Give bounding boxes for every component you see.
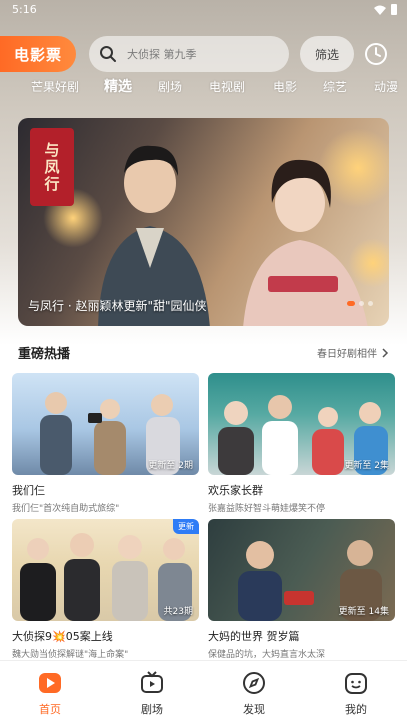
show-card[interactable]: 更新至 2期 我们仨 我们仨"首次纯自助式旅综" [12, 373, 199, 514]
banner-caption: 与凤行 · 赵丽颖林更新"甜"园仙侠 [28, 299, 207, 313]
battery-icon [391, 4, 397, 15]
carousel-dot [347, 301, 355, 306]
update-badge: 更新 [173, 519, 199, 534]
top-header: 电影票 筛选 [0, 36, 407, 72]
drama-logo: 与凤行 [30, 128, 74, 206]
wifi-icon [374, 5, 386, 15]
tab-label: 剧场 [141, 703, 163, 716]
tab-label: 首页 [39, 703, 61, 716]
carousel-dot [368, 301, 373, 306]
nav-tab-variety[interactable]: 综艺 [323, 78, 347, 95]
tv-icon [141, 671, 163, 693]
show-card[interactable]: 更新至 14集 大妈的世界 贺岁篇 保健品的坑，大妈直言水太深 [208, 519, 395, 660]
tab-home[interactable]: 首页 [20, 671, 80, 717]
filter-button[interactable]: 筛选 [300, 36, 354, 72]
nav-tab-featured[interactable]: 精选 [104, 76, 132, 96]
bottom-tab-bar: 首页 剧场 发现 我的 [0, 660, 407, 724]
show-thumbnail: 更新至 2期 [12, 373, 199, 475]
section-header: 重磅热播 春日好剧相伴 [18, 343, 389, 363]
hero-banner[interactable]: 与凤行 与凤行 · 赵丽颖林更新"甜"园仙侠 [18, 118, 389, 326]
compass-icon [243, 672, 265, 694]
chevron-right-icon [382, 347, 389, 358]
tab-label: 发现 [243, 703, 265, 716]
show-subtitle: 我们仨"首次纯自助式旅综" [12, 504, 120, 514]
tab-profile[interactable]: 我的 [326, 671, 386, 717]
nav-tab-movies[interactable]: 电影 [273, 78, 297, 95]
tab-theater[interactable]: 剧场 [122, 671, 182, 717]
show-thumbnail: 更新 共23期 [12, 519, 199, 621]
nav-tab-anime[interactable]: 动漫 [374, 78, 398, 95]
carousel-dot [359, 301, 364, 306]
search-icon [100, 46, 116, 62]
show-subtitle: 魏大勋当侦探解谜"海上命案" [12, 650, 129, 660]
show-title: 我们仨 [12, 484, 45, 497]
tab-label: 我的 [345, 703, 367, 716]
nav-tab-theater[interactable]: 剧场 [158, 78, 182, 95]
section-more-label: 春日好剧相伴 [317, 349, 377, 360]
show-title: 大侦探9💥05案上线 [12, 630, 113, 643]
show-thumbnail: 更新至 14集 [208, 519, 395, 621]
home-play-icon [39, 673, 61, 693]
category-nav: 芒果好剧 精选 剧场 电视剧 电影 综艺 动漫 [0, 78, 407, 102]
carousel-indicator [347, 301, 373, 306]
tab-discover[interactable]: 发现 [224, 671, 284, 717]
profile-face-icon [345, 673, 367, 694]
show-title: 欢乐家长群 [208, 484, 263, 497]
history-clock-icon[interactable] [364, 42, 388, 66]
show-card[interactable]: 更新至 2集 欢乐家长群 张嘉益陈好智斗萌娃爆笑不停 [208, 373, 395, 514]
episode-label: 更新至 14集 [338, 607, 389, 617]
search-input[interactable] [127, 47, 267, 61]
nav-tab-mango-drama[interactable]: 芒果好剧 [31, 78, 79, 95]
show-thumbnail: 更新至 2集 [208, 373, 395, 475]
status-bar: 5:16 [0, 0, 407, 22]
actress-figure [243, 159, 368, 326]
episode-label: 更新至 2集 [344, 461, 389, 471]
show-title: 大妈的世界 贺岁篇 [208, 630, 300, 643]
nav-tab-tv-series[interactable]: 电视剧 [209, 78, 245, 95]
episode-label: 更新至 2期 [148, 461, 193, 471]
show-subtitle: 张嘉益陈好智斗萌娃爆笑不停 [208, 504, 326, 514]
show-subtitle: 保健品的坑，大妈直言水太深 [208, 650, 326, 660]
status-time: 5:16 [12, 3, 37, 16]
section-more-link[interactable]: 春日好剧相伴 [317, 345, 389, 360]
search-bar[interactable] [89, 36, 289, 72]
show-card[interactable]: 更新 共23期 大侦探9💥05案上线 魏大勋当侦探解谜"海上命案" [12, 519, 199, 660]
movie-ticket-button[interactable]: 电影票 [0, 36, 76, 72]
episode-label: 共23期 [163, 607, 193, 617]
